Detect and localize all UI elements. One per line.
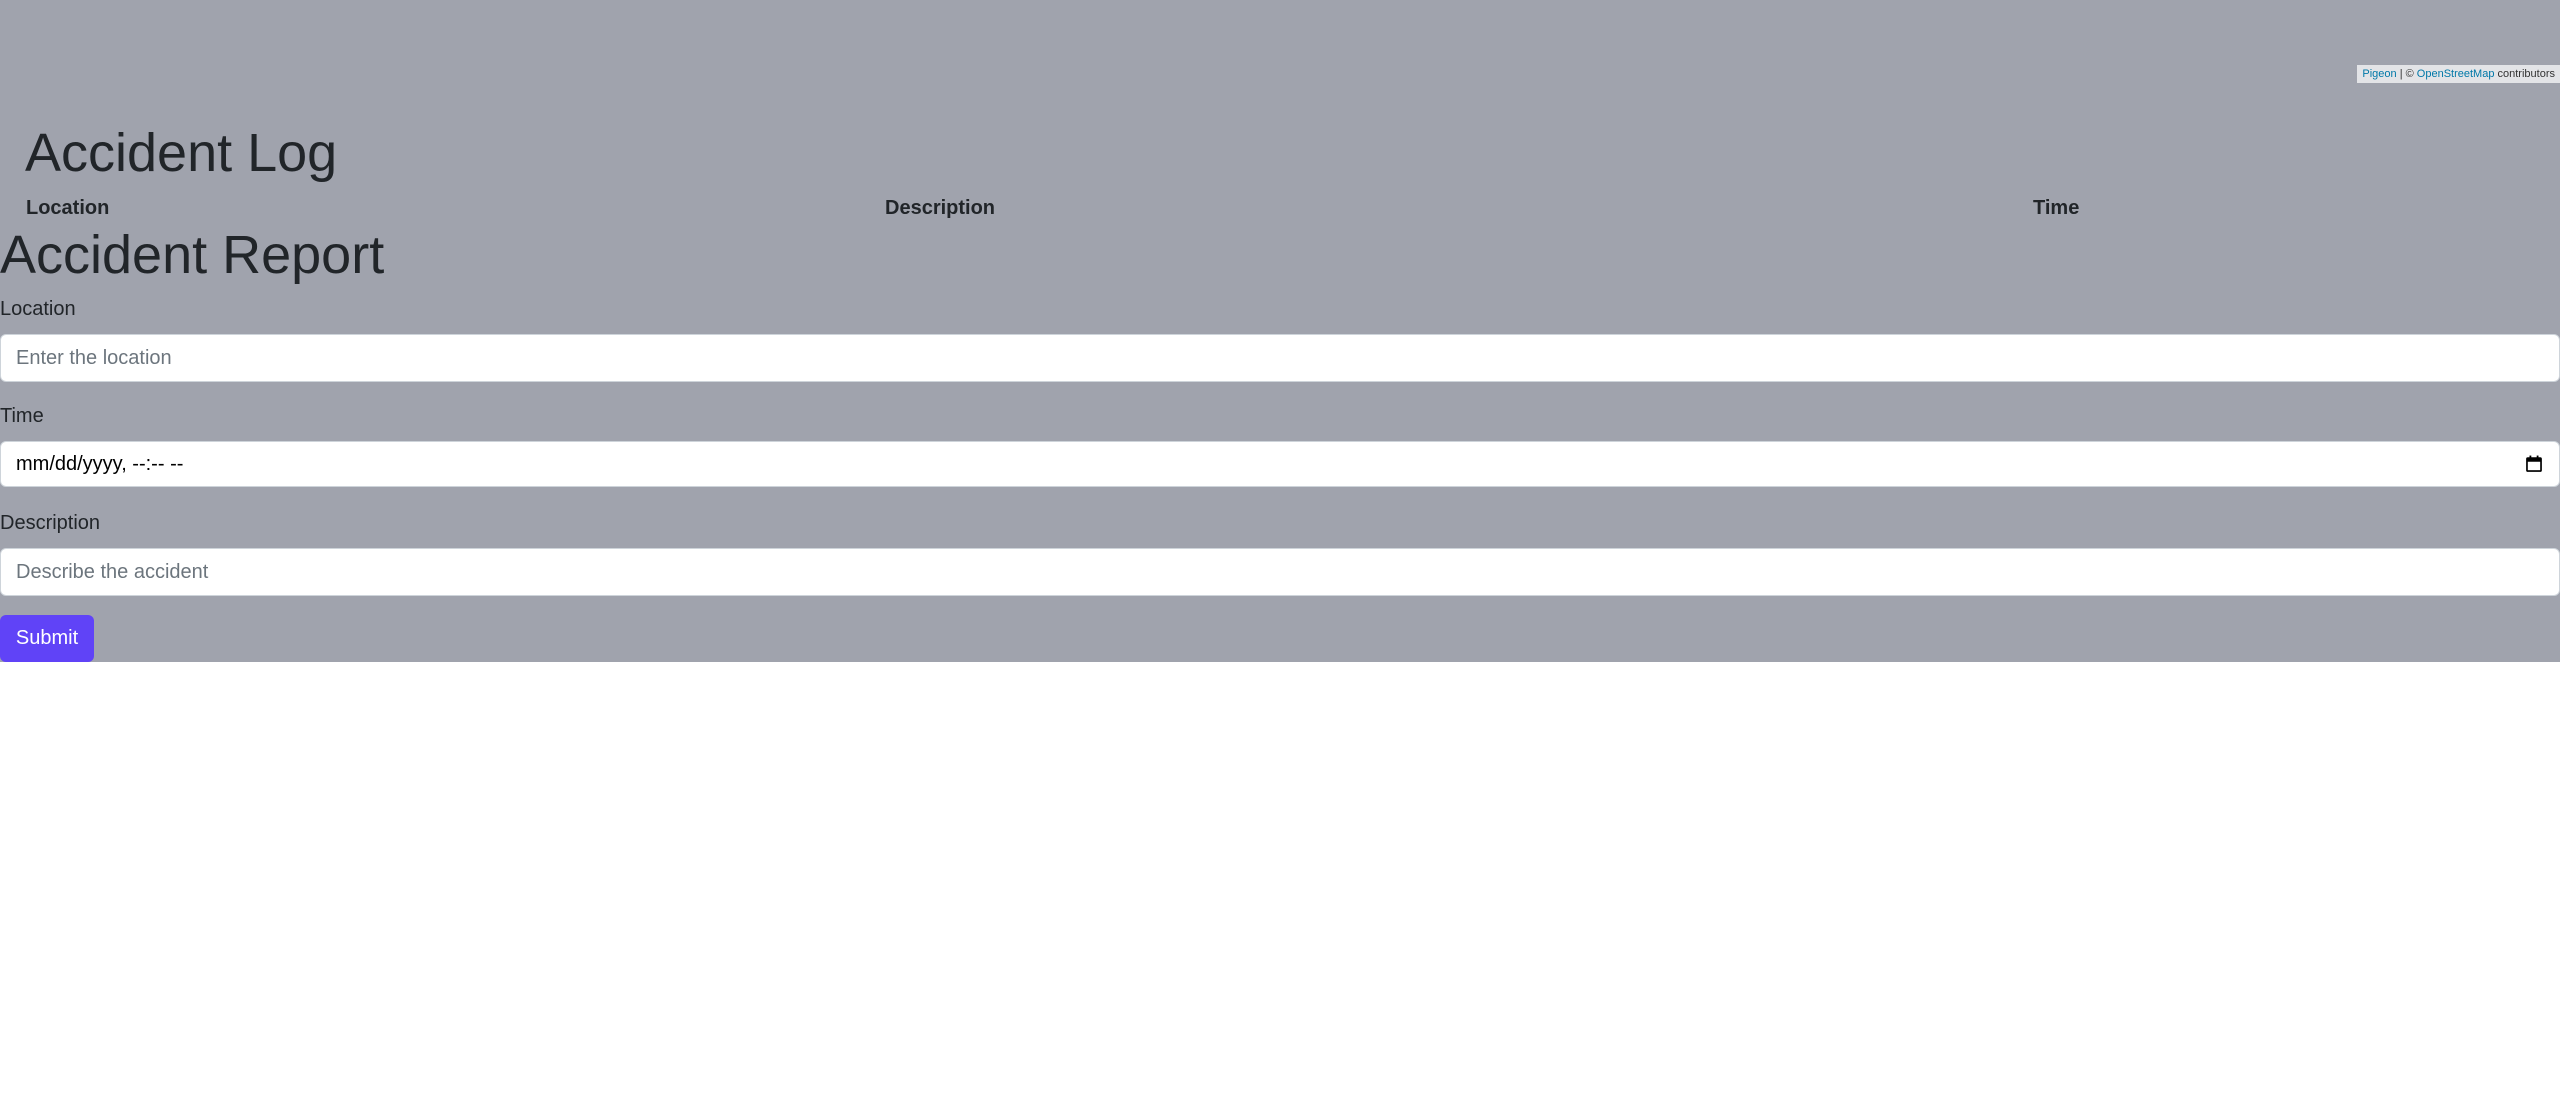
openstreetmap-link[interactable]: OpenStreetMap (2417, 68, 2495, 80)
location-input[interactable] (0, 334, 2560, 382)
description-input[interactable] (0, 548, 2560, 596)
accident-log-title: Accident Log (25, 123, 338, 183)
description-label: Description (0, 512, 101, 534)
log-column-location: Location (26, 197, 110, 219)
log-column-time: Time (2033, 197, 2080, 219)
time-label: Time (0, 405, 44, 427)
attribution-separator: | © (2399, 68, 2414, 80)
calendar-icon[interactable] (2525, 455, 2543, 473)
accident-report-title: Accident Report (0, 225, 385, 285)
attribution-suffix: contributors (2497, 68, 2555, 80)
time-input[interactable]: mm/dd/yyyy, --:-- -- (0, 441, 2560, 487)
map-attribution: Pigeon | © OpenStreetMap contributors (2357, 65, 2560, 83)
pigeon-link[interactable]: Pigeon (2362, 68, 2396, 80)
log-column-description: Description (885, 197, 996, 219)
submit-button[interactable]: Submit (0, 615, 94, 662)
location-label: Location (0, 298, 76, 320)
time-input-value: mm/dd/yyyy, --:-- -- (16, 453, 184, 475)
